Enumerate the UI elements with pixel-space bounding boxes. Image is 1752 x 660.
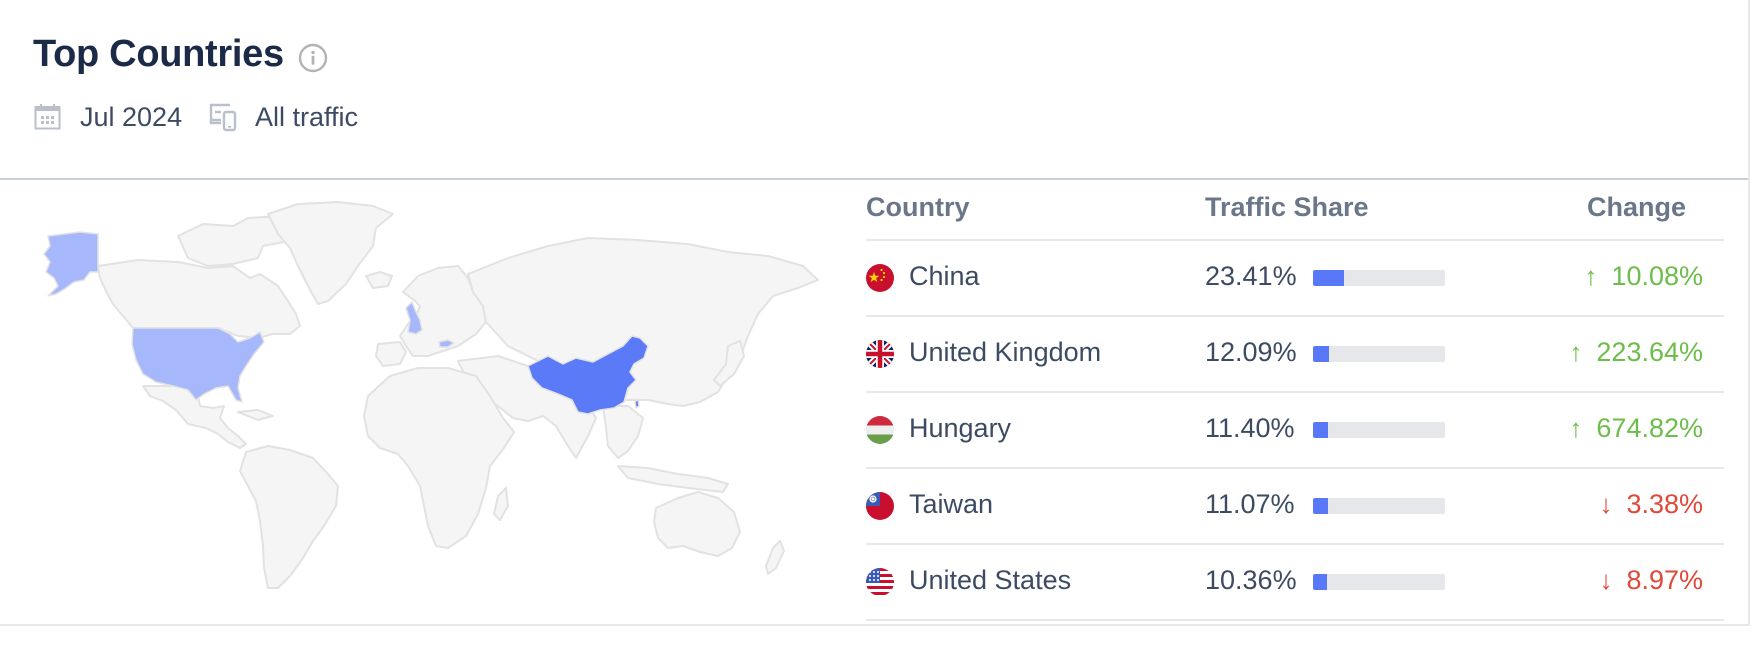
table-row[interactable]: Hungary 11.40% ↑ 674.82% [866, 393, 1724, 469]
column-header-country[interactable]: Country [866, 192, 970, 223]
world-map [43, 201, 819, 589]
traffic-share-bar [1313, 346, 1445, 362]
traffic-share-bar [1313, 574, 1445, 590]
map-country-united-states-alaska [43, 231, 99, 297]
traffic-share-bar [1313, 498, 1445, 514]
traffic-share-bar [1313, 270, 1445, 286]
table-row[interactable]: Taiwan 11.07% ↓ 3.38% [866, 469, 1724, 545]
flag-china-icon [866, 264, 894, 292]
traffic-share-value: 11.07% [1205, 489, 1295, 519]
traffic-share-value: 12.09% [1205, 337, 1297, 367]
countries-table: Country Traffic Share Change China 23.41… [866, 180, 1724, 621]
traffic-share-value: 10.36% [1205, 565, 1297, 595]
change-text: 8.97% [1626, 565, 1703, 595]
flag-us-icon [866, 568, 894, 596]
map-country-iceland [365, 271, 393, 289]
change-text: 3.38% [1626, 489, 1703, 519]
column-header-change[interactable]: Change [1587, 192, 1686, 223]
widget-title: Top Countries [33, 33, 284, 75]
change-value: ↓ 8.97% [1599, 565, 1703, 596]
map-country-spain [375, 341, 407, 367]
change-arrow-icon: ↓ [1599, 489, 1613, 519]
traffic-share-bar-fill [1313, 498, 1328, 514]
flag-uk-icon [866, 340, 894, 368]
table-row[interactable]: China 23.41% ↑ 10.08% [866, 241, 1724, 317]
change-value: ↑ 223.64% [1569, 337, 1703, 368]
country-name[interactable]: United Kingdom [909, 337, 1101, 368]
change-arrow-icon: ↑ [1569, 413, 1583, 443]
map-country-canada [97, 259, 301, 339]
country-name[interactable]: Taiwan [909, 489, 993, 520]
change-text: 10.08% [1611, 261, 1703, 291]
change-arrow-icon: ↑ [1584, 261, 1598, 291]
flag-hungary-icon [866, 416, 894, 444]
map-country-australia [653, 491, 741, 557]
country-name[interactable]: China [909, 261, 980, 292]
column-header-traffic-share[interactable]: Traffic Share [1205, 192, 1369, 223]
map-country-new-zealand [765, 540, 785, 575]
map-country-taiwan [634, 398, 640, 409]
country-name[interactable]: Hungary [909, 413, 1011, 444]
change-text: 223.64% [1596, 337, 1703, 367]
country-name[interactable]: United States [909, 565, 1071, 596]
traffic-filter-label[interactable]: All traffic [255, 100, 358, 134]
table-row[interactable]: United Kingdom 12.09% ↑ 223.64% [866, 317, 1724, 393]
flag-taiwan-icon [866, 492, 894, 520]
traffic-share-bar [1313, 422, 1445, 438]
traffic-share-value: 23.41% [1205, 261, 1297, 291]
traffic-share-bar-fill [1313, 346, 1329, 362]
date-label[interactable]: Jul 2024 [80, 100, 182, 134]
traffic-share-bar-fill [1313, 422, 1329, 438]
change-arrow-icon: ↑ [1569, 337, 1583, 367]
change-value: ↑ 10.08% [1584, 261, 1703, 292]
calendar-icon [34, 103, 61, 130]
change-text: 674.82% [1596, 413, 1703, 443]
map-indonesia [617, 465, 729, 493]
change-value: ↓ 3.38% [1599, 489, 1703, 520]
traffic-share-bar-fill [1313, 574, 1327, 590]
traffic-share-value: 11.40% [1205, 413, 1295, 443]
top-countries-card: Top Countries Jul 2024 All traffic Count… [0, 0, 1750, 626]
table-row[interactable]: United States 10.36% ↓ 8.97% [866, 545, 1724, 621]
change-arrow-icon: ↓ [1599, 565, 1613, 595]
traffic-share-bar-fill [1313, 270, 1344, 286]
map-caribbean [237, 409, 274, 421]
table-header: Country Traffic Share Change [866, 180, 1724, 241]
info-icon[interactable] [298, 43, 328, 73]
map-country-madagascar [493, 487, 509, 521]
map-southeast-asia [602, 405, 644, 459]
map-south-america [239, 445, 339, 589]
devices-icon [208, 102, 238, 132]
change-value: ↑ 674.82% [1569, 413, 1703, 444]
